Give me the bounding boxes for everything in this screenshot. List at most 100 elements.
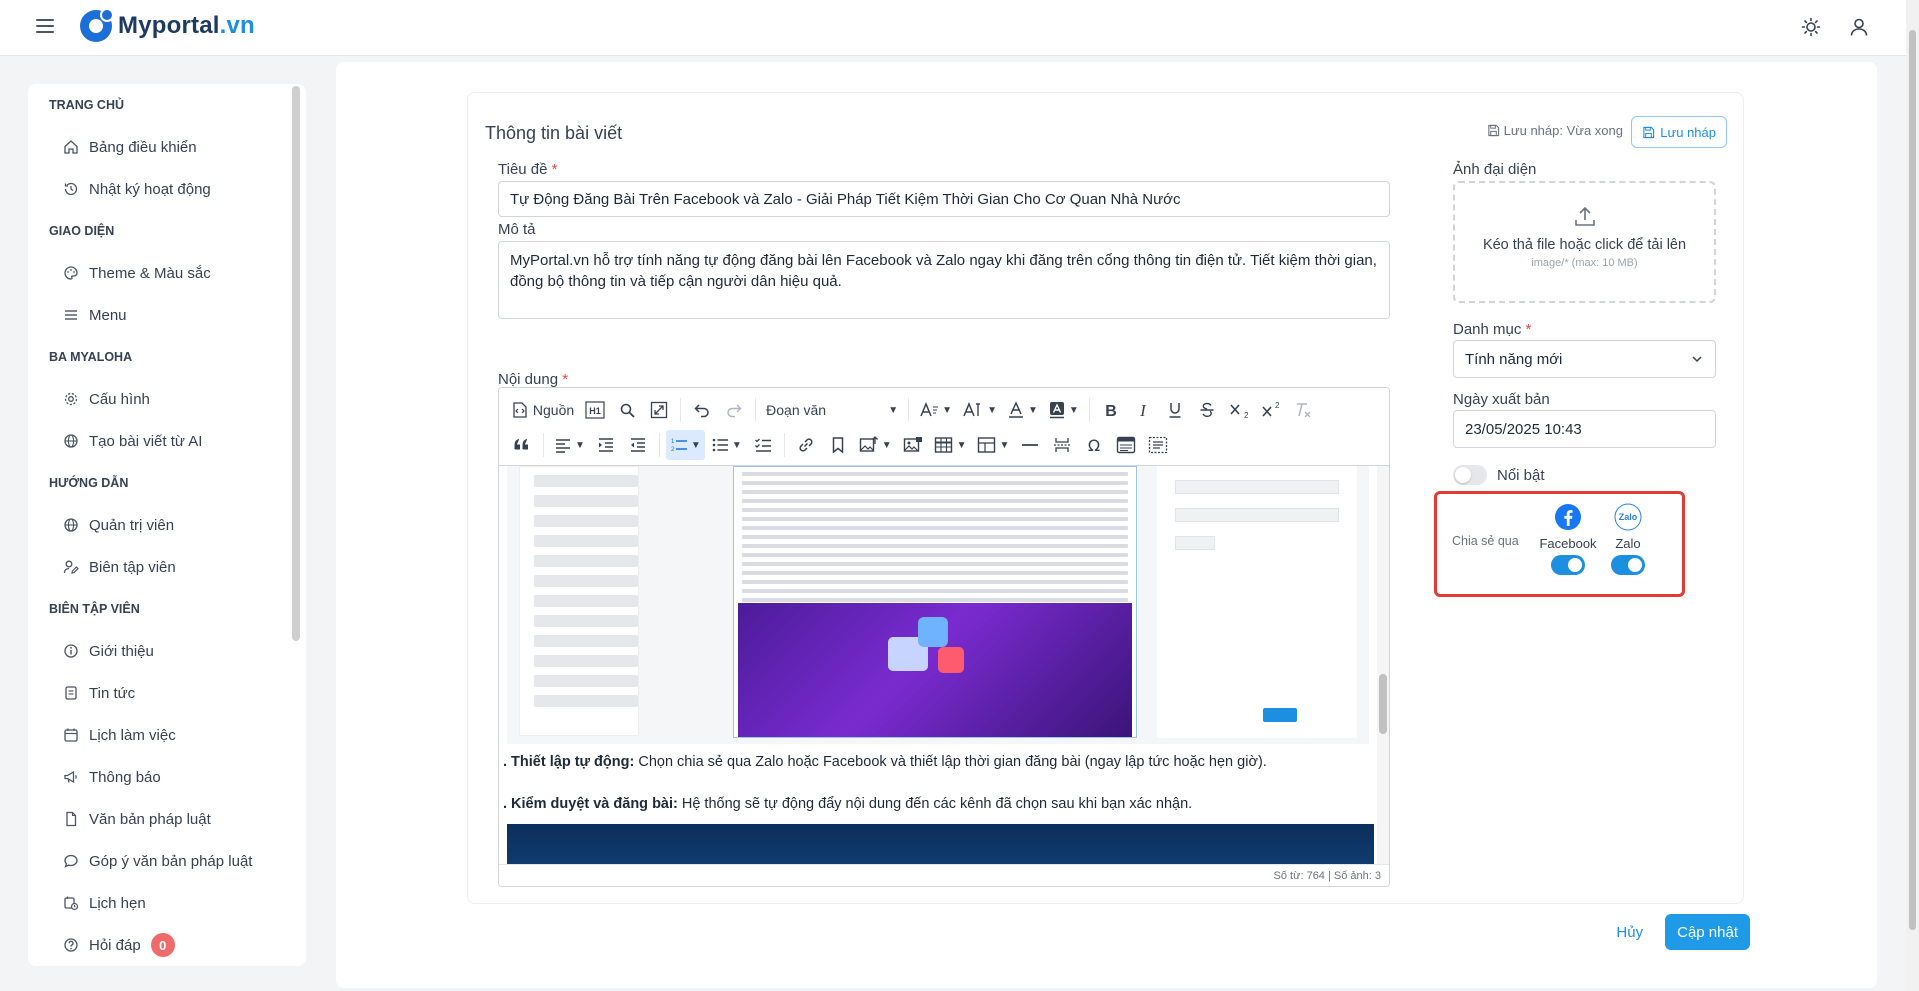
save-draft-button[interactable]: Lưu nháp	[1631, 116, 1727, 148]
news-icon	[63, 685, 79, 701]
featured-toggle[interactable]	[1453, 465, 1487, 485]
sidebar-item-announcements[interactable]: Thông báo	[28, 756, 306, 798]
source-button[interactable]: Nguồn	[507, 395, 578, 425]
background-color-button[interactable]: ▼	[1044, 395, 1083, 425]
history-icon	[63, 181, 79, 197]
heading-h1-button[interactable]: H1	[580, 395, 610, 425]
card-title: Thông tin bài viết	[485, 123, 623, 143]
paragraph-format-select[interactable]: Đoạn văn ▼	[762, 395, 902, 425]
align-button[interactable]: ▼	[550, 430, 589, 460]
sidebar-item-theme[interactable]: Theme & Màu sắc	[28, 252, 306, 294]
sun-icon[interactable]	[1800, 16, 1822, 38]
editor-content[interactable]: . Thiết lập tự động: Chọn chia sẻ qua Za…	[499, 466, 1389, 864]
save-icon	[1643, 126, 1655, 138]
quote-icon	[514, 439, 528, 450]
word-count-status: Số từ: 764 | Số ảnh: 3	[499, 864, 1389, 886]
indent-button[interactable]	[591, 430, 621, 460]
italic-button[interactable]: I	[1128, 395, 1158, 425]
brand-logo[interactable]: Myportal.vn	[80, 8, 255, 42]
insert-image-button[interactable]: ▼	[855, 430, 896, 460]
page-scrollbar[interactable]	[1906, 0, 1919, 991]
svg-text:B: B	[1105, 403, 1117, 419]
sidebar-item-admin-guide[interactable]: Quản trị viên	[28, 504, 306, 546]
sidebar-item-editor-guide[interactable]: Biên tập viên	[28, 546, 306, 588]
user-icon[interactable]	[1848, 16, 1870, 38]
layout-table-button[interactable]: ▼	[973, 430, 1014, 460]
embedded-banner-image[interactable]	[507, 824, 1374, 864]
rich-text-editor[interactable]: Nguồn H1 Đoạn văn ▼ ▼ ▼ ▼ ▼ B I 2 2 ▼ 1 …	[498, 387, 1390, 887]
sidebar-item-activity-log[interactable]: Nhật ký hoạt động	[28, 168, 306, 210]
special-characters-button[interactable]: Ω	[1079, 430, 1109, 460]
publish-date-input[interactable]: 23/05/2025 10:43	[1453, 410, 1716, 448]
document-icon	[63, 811, 79, 827]
menu-icon[interactable]	[36, 19, 54, 35]
editor-scrollbar[interactable]	[1377, 466, 1389, 864]
redo-icon	[727, 404, 742, 418]
content-paragraph[interactable]: . Kiểm duyệt và đăng bài: Hệ thống sẽ tự…	[503, 796, 1192, 812]
info-icon	[63, 643, 79, 659]
avatar-dropzone[interactable]: Kéo thả file hoặc click để tải lên image…	[1453, 181, 1716, 303]
strikethrough-button[interactable]	[1192, 395, 1222, 425]
sidebar-item-qa[interactable]: Hỏi đáp 0	[28, 924, 306, 966]
superscript-button[interactable]: 2	[1256, 395, 1286, 425]
remove-format-button[interactable]	[1288, 395, 1318, 425]
horizontal-line-button[interactable]	[1015, 430, 1045, 460]
sidebar-scrollbar[interactable]	[292, 86, 300, 641]
sidebar-item-legal-docs[interactable]: Văn bản pháp luật	[28, 798, 306, 840]
home-icon	[63, 139, 79, 155]
bold-button[interactable]: B	[1096, 395, 1126, 425]
megaphone-icon	[63, 769, 79, 785]
subscript-button[interactable]: 2	[1224, 395, 1254, 425]
globe-icon	[63, 433, 79, 449]
undo-button[interactable]	[687, 395, 717, 425]
sidebar-item-dashboard[interactable]: Bảng điều khiển	[28, 126, 306, 168]
palette-icon	[63, 265, 79, 281]
page-break-button[interactable]	[1047, 430, 1077, 460]
share-options-box: Chia sẻ qua Facebook Zalo Zalo	[1434, 491, 1685, 597]
numbered-list-button[interactable]: 1 2 ▼	[665, 430, 705, 460]
sidebar-item-config[interactable]: Cấu hình	[28, 378, 306, 420]
table-icon	[934, 437, 952, 453]
font-size-button[interactable]: ▼	[915, 395, 956, 425]
horizontal-line-icon	[1022, 444, 1039, 446]
font-family-button[interactable]: ▼	[958, 395, 1001, 425]
description-textarea[interactable]: MyPortal.vn hỗ trợ tính năng tự động đăn…	[498, 241, 1390, 319]
sidebar-item-appointments[interactable]: Lịch hẹn	[28, 882, 306, 924]
html-embed-button[interactable]	[1111, 430, 1141, 460]
title-input[interactable]: Tự Động Đăng Bài Trên Facebook và Zalo -…	[498, 181, 1390, 217]
sidebar-item-menu[interactable]: Menu	[28, 294, 306, 336]
underline-button[interactable]	[1160, 395, 1190, 425]
todo-list-button[interactable]	[748, 430, 778, 460]
fullscreen-button[interactable]	[644, 395, 674, 425]
show-blocks-button[interactable]	[1143, 430, 1173, 460]
cancel-button[interactable]: Hủy	[1612, 918, 1647, 947]
insert-table-button[interactable]: ▼	[930, 430, 971, 460]
zalo-logo-text: Zalo	[1618, 512, 1638, 522]
upload-text: Kéo thả file hoặc click để tải lên	[1482, 237, 1687, 253]
outdent-button[interactable]	[623, 430, 653, 460]
find-replace-button[interactable]	[612, 395, 642, 425]
sidebar-item-label: Biên tập viên	[89, 558, 176, 576]
html-embed-icon	[1117, 436, 1136, 454]
facebook-share-toggle[interactable]	[1551, 555, 1585, 575]
redo-button[interactable]	[719, 395, 749, 425]
zalo-icon: Zalo	[1613, 502, 1643, 532]
sidebar-item-legal-feedback[interactable]: Góp ý văn bản pháp luật	[28, 840, 306, 882]
content-paragraph[interactable]: . Thiết lập tự động: Chọn chia sẻ qua Za…	[503, 754, 1267, 770]
sidebar-item-intro[interactable]: Giới thiệu	[28, 630, 306, 672]
blockquote-button[interactable]	[507, 430, 537, 460]
sidebar-section-title: BIÊN TẬP VIÊN	[49, 602, 140, 616]
update-button[interactable]: Cập nhật	[1665, 914, 1750, 950]
image-manager-button[interactable]	[898, 430, 928, 460]
category-select[interactable]: Tính năng mới	[1453, 340, 1716, 378]
link-button[interactable]	[791, 430, 821, 460]
bookmark-button[interactable]	[823, 430, 853, 460]
comment-icon	[63, 853, 79, 869]
font-color-button[interactable]: ▼	[1003, 395, 1042, 425]
sidebar-item-ai-post[interactable]: Tạo bài viết từ AI	[28, 420, 306, 462]
sidebar-item-news[interactable]: Tin tức	[28, 672, 306, 714]
zalo-share-toggle[interactable]	[1611, 555, 1645, 575]
embedded-screenshot-image[interactable]	[507, 466, 1369, 744]
sidebar-item-schedule[interactable]: Lịch làm việc	[28, 714, 306, 756]
bulleted-list-button[interactable]: ▼	[707, 430, 746, 460]
